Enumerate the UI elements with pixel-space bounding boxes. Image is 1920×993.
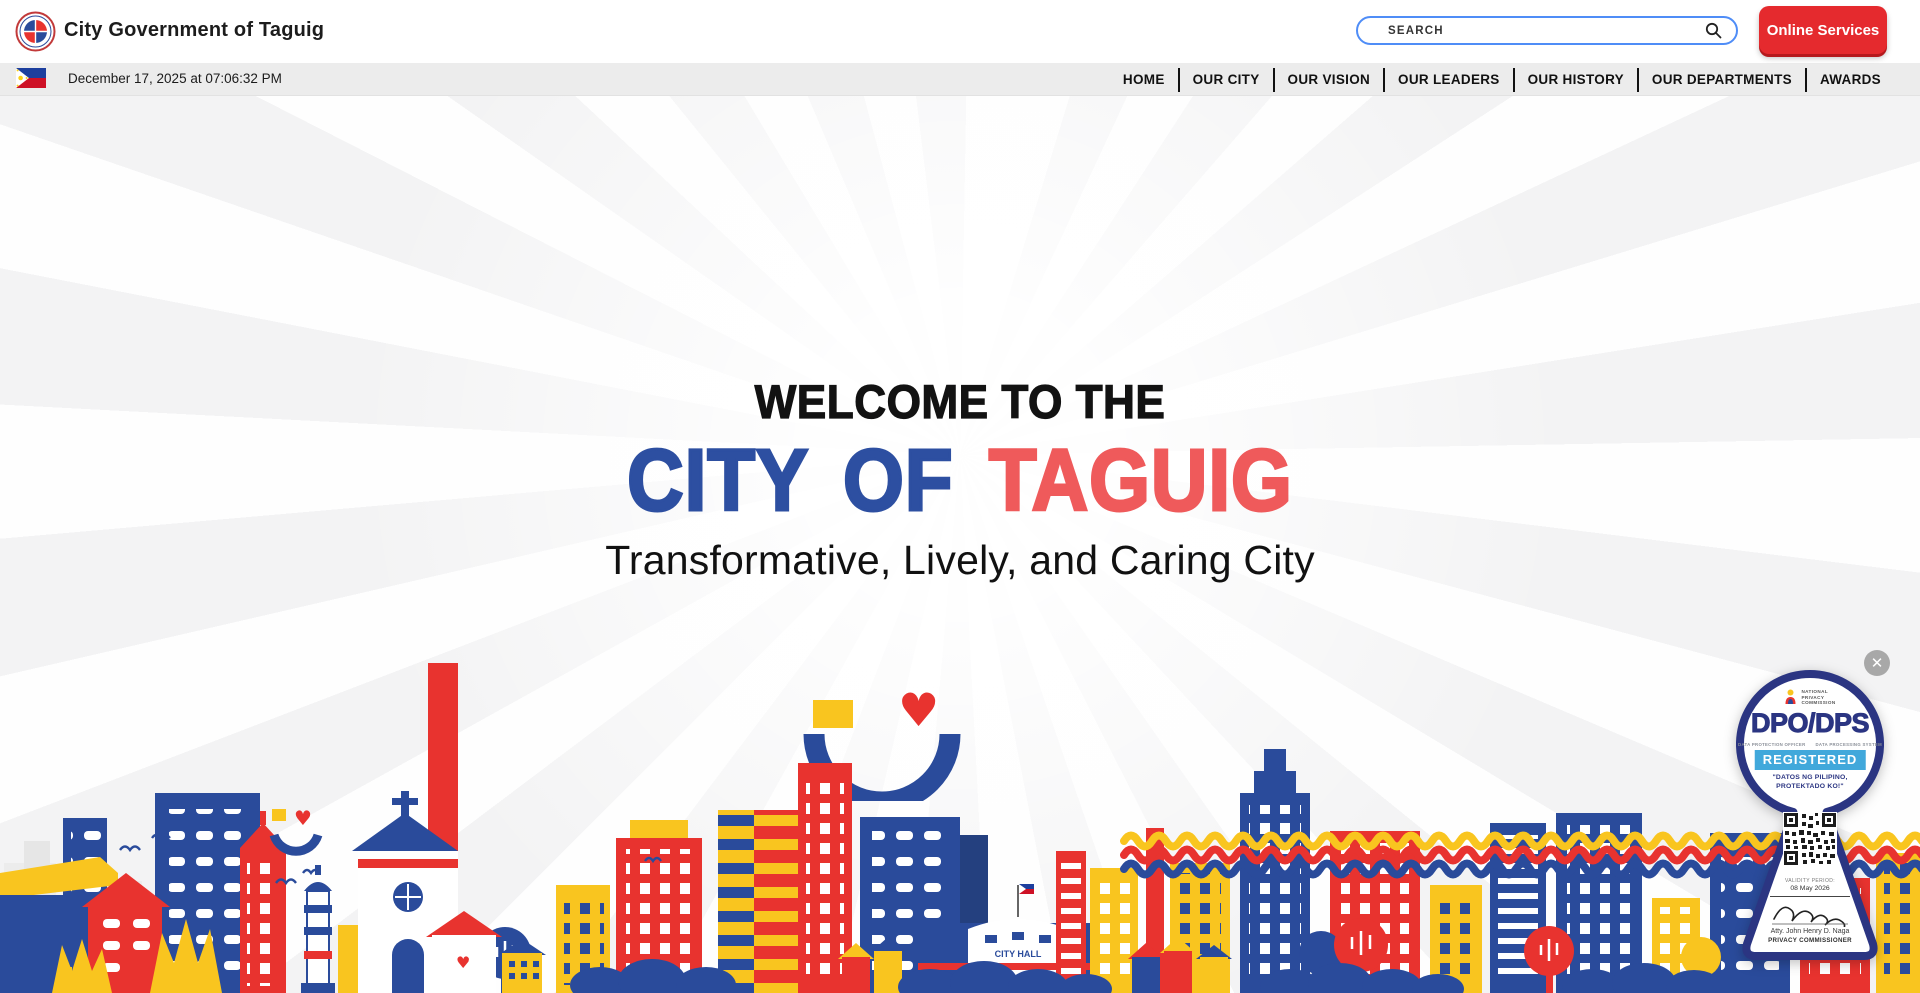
close-icon: ✕ <box>1871 656 1884 671</box>
datetime-text: December 17, 2025 at 07:06:32 PM <box>68 71 282 86</box>
badge-subtitle-left: DATA PROTECTION OFFICER <box>1738 742 1805 747</box>
signature <box>1770 897 1850 927</box>
badge-title: DPO/DPS <box>1736 708 1884 739</box>
main-nav: HOME OUR CITY OUR VISION OUR LEADERS OUR… <box>1110 63 1894 96</box>
qr-code <box>1783 812 1837 866</box>
building-striped-duo <box>718 810 798 993</box>
philippine-flag-icon <box>16 68 46 88</box>
header: City Government of Taguig Online Service… <box>0 0 1920 63</box>
npc-line3: COMMISSION <box>1801 700 1835 706</box>
signatory-name: Atty. John Henry D. Naga <box>1736 928 1884 935</box>
validity-date: 08 May 2026 <box>1736 885 1884 892</box>
building-yellow-right1 <box>1090 868 1138 993</box>
city-hall-sign: CITY HALL <box>995 949 1042 959</box>
search-bar <box>1356 16 1738 45</box>
search-icon[interactable] <box>1705 22 1722 39</box>
hero-tagline: Transformative, Lively, and Caring City <box>0 537 1920 584</box>
hero-city-of: CITY OF <box>627 432 953 529</box>
hero-taguig: TAGUIG <box>989 432 1293 529</box>
nav-item-our-leaders[interactable]: OUR LEADERS <box>1385 72 1513 87</box>
smile-heart-motif-small: ♥ <box>272 806 318 851</box>
badge-motto-line1: "DATOS NG PILIPINO, <box>1736 774 1884 783</box>
nav-item-our-vision[interactable]: OUR VISION <box>1275 72 1384 87</box>
hero-welcome-text: WELCOME TO THE <box>58 374 1863 429</box>
registered-label: REGISTERED <box>1755 750 1866 770</box>
online-services-button[interactable]: Online Services <box>1759 6 1887 54</box>
npc-logo-row: NATIONAL PRIVACY COMMISSION <box>1736 689 1884 706</box>
nav-item-our-city[interactable]: OUR CITY <box>1180 72 1273 87</box>
cityscape-illustration: CITY HALL ♥ <box>0 623 1920 993</box>
nav-item-our-history[interactable]: OUR HISTORY <box>1515 72 1637 87</box>
npc-logo-icon <box>1784 689 1797 705</box>
nav-item-awards[interactable]: AWARDS <box>1807 72 1894 87</box>
svg-text:♥: ♥ <box>456 953 470 972</box>
svg-text:♥: ♥ <box>294 806 312 830</box>
lighthouse <box>301 865 335 993</box>
validity-label: VALIDITY PERIOD: <box>1736 878 1884 884</box>
hero-city-title: CITY OF TAGUIG <box>96 431 1824 531</box>
taguig-seal-logo <box>15 11 56 52</box>
badge-subtitle-right: DATA PROCESSING SYSTEM <box>1816 742 1882 747</box>
nav-item-home[interactable]: HOME <box>1110 72 1178 87</box>
signatory-title: PRIVACY COMMISSIONER <box>1736 937 1884 944</box>
search-input[interactable] <box>1358 25 1705 37</box>
site-title: City Government of Taguig <box>64 19 324 42</box>
dpo-dps-registration-seal: NATIONAL PRIVACY COMMISSION DPO/DPS DATA… <box>1736 666 1884 968</box>
topbar: December 17, 2025 at 07:06:32 PM HOME OU… <box>0 63 1920 96</box>
nav-item-our-departments[interactable]: OUR DEPARTMENTS <box>1639 72 1805 87</box>
badge-motto-line2: PROTEKTADO KO!" <box>1736 783 1884 792</box>
badge-close-button[interactable]: ✕ <box>1864 650 1890 676</box>
